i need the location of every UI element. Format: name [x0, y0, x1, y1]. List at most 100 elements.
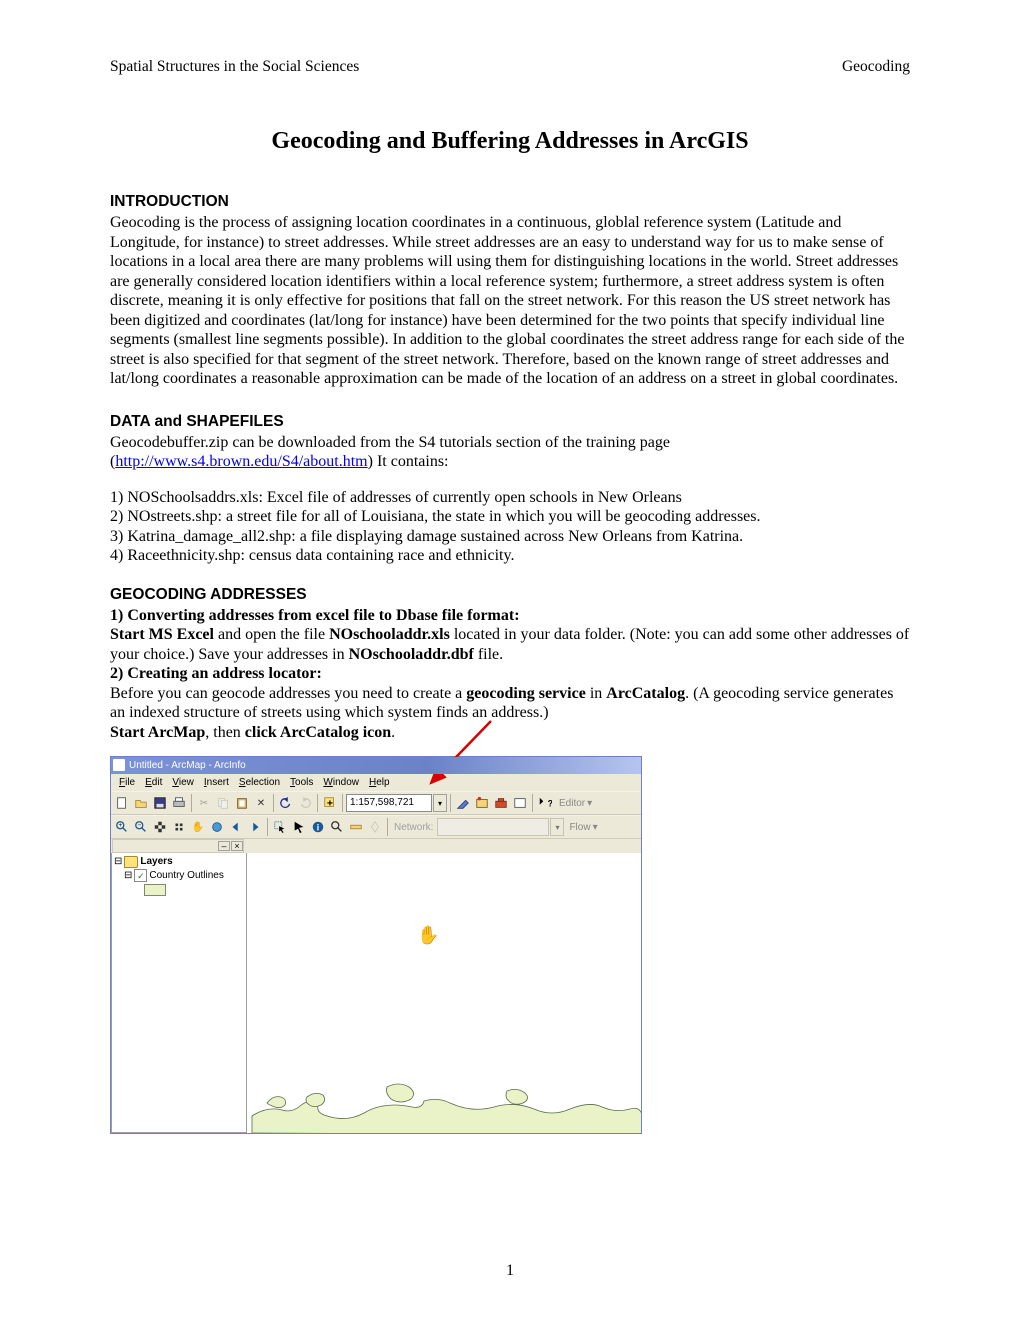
map-view[interactable]: ✋ [247, 853, 641, 1133]
whats-this-icon[interactable]: ? [536, 794, 554, 812]
page-title: Geocoding and Buffering Addresses in Arc… [110, 128, 910, 155]
step3-b2: click ArcCatalog icon [245, 724, 391, 741]
geocoding-heading: GEOCODING ADDRESSES [110, 586, 910, 604]
undo-icon[interactable] [277, 794, 295, 812]
zoom-out-icon[interactable]: − [132, 818, 150, 836]
menu-tools[interactable]: Tools [286, 777, 317, 788]
toc-pin-icon[interactable]: ‒ [218, 841, 230, 851]
print-icon[interactable] [170, 794, 188, 812]
step-3: Start ArcMap, then click ArcCatalog icon… [110, 723, 910, 743]
step3-b1: Start ArcMap [110, 724, 205, 741]
add-data-icon[interactable]: + [321, 794, 339, 812]
layer-checkbox[interactable]: ✓ [134, 869, 147, 882]
data-item-1: 1) NOSchoolsaddrs.xls: Excel file of add… [110, 488, 910, 508]
new-icon[interactable] [113, 794, 131, 812]
menu-selection[interactable]: Selection [235, 777, 284, 788]
step1-b2: NOschooladdr.xls [329, 626, 450, 643]
step3-t1: , then [205, 724, 245, 741]
full-extent-icon[interactable] [208, 818, 226, 836]
open-icon[interactable] [132, 794, 150, 812]
data-list: 1) NOSchoolsaddrs.xls: Excel file of add… [110, 488, 910, 566]
pan-icon[interactable]: ✋ [189, 818, 207, 836]
pan-cursor-icon: ✋ [417, 925, 439, 946]
identify-icon[interactable]: i [309, 818, 327, 836]
arccatalog-icon[interactable] [473, 794, 491, 812]
paste-icon[interactable] [233, 794, 251, 812]
toc-country-node[interactable]: ⊟ ✓ Country Outlines [114, 869, 244, 883]
header-left: Spatial Structures in the Social Science… [110, 58, 359, 76]
svg-text:+: + [118, 822, 122, 829]
world-map [247, 1061, 641, 1133]
measure-icon[interactable] [347, 818, 365, 836]
toc-layers-label: Layers [140, 855, 172, 869]
toc-layers-node[interactable]: ⊟ Layers [114, 855, 244, 869]
editor-dropdown[interactable]: Editor▾ [555, 798, 596, 809]
redo-icon[interactable] [296, 794, 314, 812]
header-right: Geocoding [842, 58, 910, 76]
prev-extent-icon[interactable] [227, 818, 245, 836]
toc-panel[interactable]: ⊟ Layers ⊟ ✓ Country Outlines [111, 853, 247, 1133]
step2-b1: geocoding service [466, 685, 586, 702]
step1-b1: Start MS Excel [110, 626, 214, 643]
s4-link[interactable]: http://www.s4.brown.edu/S4/about.htm [115, 453, 367, 470]
fixed-zoom-in-icon[interactable] [151, 818, 169, 836]
menu-insert[interactable]: Insert [200, 777, 233, 788]
scale-dropdown[interactable]: ▾ [433, 794, 447, 812]
network-label: Network: [391, 822, 436, 833]
step1-t1: and open the file [214, 626, 329, 643]
step2-pre: Before you can geocode addresses you nee… [110, 685, 466, 702]
svg-text:+: + [327, 798, 333, 810]
step2-b2: ArcCatalog [606, 685, 685, 702]
step1-b3: NOschooladdr.dbf [349, 646, 474, 663]
data-intro-post: ) It contains: [368, 453, 449, 470]
arcmap-titlebar[interactable]: Untitled - ArcMap - ArcInfo [111, 757, 641, 774]
delete-icon[interactable]: ✕ [252, 794, 270, 812]
toc-country-label: Country Outlines [149, 869, 223, 883]
data-item-4: 4) Raceethnicity.shp: census data contai… [110, 546, 910, 566]
step2-mid: in [586, 685, 606, 702]
hyperlink-icon[interactable] [366, 818, 384, 836]
layer-swatch[interactable] [144, 884, 166, 896]
menu-help[interactable]: Help [365, 777, 394, 788]
data-item-2: 2) NOstreets.shp: a street file for all … [110, 507, 910, 527]
data-heading: DATA and SHAPEFILES [110, 413, 910, 431]
flow-label: Flow [569, 822, 590, 833]
editor-label: Editor [559, 798, 585, 809]
network-dropdown[interactable] [437, 818, 549, 836]
menu-view[interactable]: View [168, 777, 198, 788]
save-icon[interactable] [151, 794, 169, 812]
fixed-zoom-out-icon[interactable] [170, 818, 188, 836]
next-extent-icon[interactable] [246, 818, 264, 836]
select-features-icon[interactable] [271, 818, 289, 836]
copy-icon[interactable] [214, 794, 232, 812]
zoom-in-icon[interactable]: + [113, 818, 131, 836]
step1-title: 1) Converting addresses from excel file … [110, 607, 520, 624]
layers-folder-icon [124, 856, 138, 868]
svg-text:i: i [317, 823, 319, 833]
app-icon [113, 759, 125, 771]
network-dropdown-arrow[interactable]: ▾ [550, 818, 564, 836]
svg-text:?: ? [548, 799, 552, 809]
intro-body: Geocoding is the process of assigning lo… [110, 213, 910, 389]
tools-toolbar: + − ✋ i Network: ▾ Flow▾ [111, 815, 641, 839]
step1-t3: file. [474, 646, 503, 663]
data-intro: Geocodebuffer.zip can be downloaded from… [110, 433, 910, 472]
find-icon[interactable] [328, 818, 346, 836]
cut-icon[interactable]: ✂ [195, 794, 213, 812]
menubar: File Edit View Insert Selection Tools Wi… [111, 774, 641, 791]
step-2: 2) Creating an address locator: Before y… [110, 664, 910, 723]
select-elements-icon[interactable] [290, 818, 308, 836]
command-line-icon[interactable] [511, 794, 529, 812]
editor-toolbar-icon[interactable] [454, 794, 472, 812]
scale-input[interactable]: 1:157,598,721 [346, 794, 432, 812]
step3-t2: . [391, 724, 395, 741]
menu-file[interactable]: File [115, 777, 139, 788]
arctoolbox-icon[interactable] [492, 794, 510, 812]
menu-window[interactable]: Window [319, 777, 363, 788]
menu-edit[interactable]: Edit [141, 777, 166, 788]
flow-dropdown[interactable]: Flow▾ [565, 822, 601, 833]
data-item-3: 3) Katrina_damage_all2.shp: a file displ… [110, 527, 910, 547]
svg-text:−: − [137, 822, 141, 829]
toc-close-icon[interactable]: × [231, 841, 243, 851]
window-title: Untitled - ArcMap - ArcInfo [129, 760, 246, 771]
